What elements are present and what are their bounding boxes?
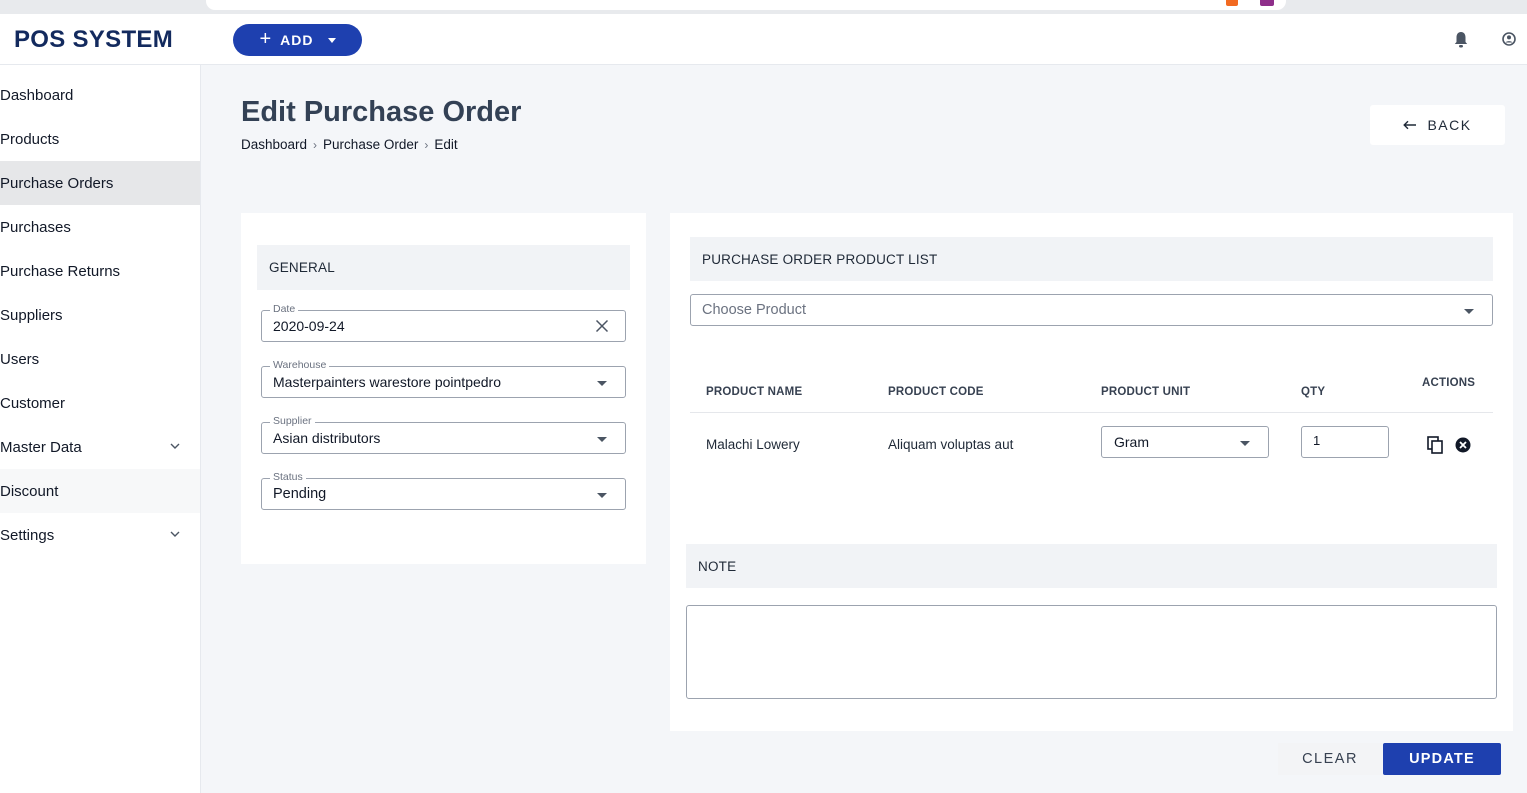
row-product-name: Malachi Lowery xyxy=(706,437,800,452)
sidebar-item-label: Suppliers xyxy=(0,306,63,324)
sidebar-item-label: Products xyxy=(0,130,60,148)
chevron-right-icon: › xyxy=(313,137,318,152)
caret-down-icon xyxy=(597,437,607,442)
plus-icon: + xyxy=(259,28,273,50)
column-header-actions: ACTIONS xyxy=(1422,377,1476,389)
brand-logo[interactable]: POS SYSTEM xyxy=(14,26,173,54)
caret-down-icon xyxy=(1240,441,1250,446)
arrow-left-icon xyxy=(1403,120,1417,130)
product-unit-select[interactable]: Gram xyxy=(1101,426,1269,458)
general-card: GENERAL Date 2020-09-24 Warehouse Master… xyxy=(241,213,646,564)
update-button[interactable]: UPDATE xyxy=(1383,743,1501,775)
table-divider xyxy=(690,412,1493,413)
back-button-label: BACK xyxy=(1427,117,1472,133)
add-button[interactable]: + ADD xyxy=(233,24,362,56)
date-value: 2020-09-24 xyxy=(273,318,345,334)
sidebar-item-master-data[interactable]: Master Data xyxy=(0,425,200,469)
breadcrumb-edit: Edit xyxy=(434,137,458,152)
caret-down-icon xyxy=(327,37,336,43)
breadcrumb-dashboard[interactable]: Dashboard xyxy=(241,137,307,152)
clear-icon[interactable] xyxy=(595,319,609,333)
brave-extension-icon[interactable] xyxy=(1226,0,1238,6)
sidebar: Dashboard Products Purchase Orders Purch… xyxy=(0,65,201,793)
date-label: Date xyxy=(270,303,299,315)
sidebar-item-label: Purchases xyxy=(0,218,71,236)
sidebar-item-label: Discount xyxy=(0,482,59,500)
sidebar-item-label: Dashboard xyxy=(0,86,74,104)
column-header-product-code: PRODUCT CODE xyxy=(888,386,984,398)
browser-url-bar[interactable] xyxy=(206,0,1286,10)
breadcrumb: Dashboard › Purchase Order › Edit xyxy=(241,137,458,152)
sidebar-item-label: Customer xyxy=(0,394,66,412)
clear-button[interactable]: CLEAR xyxy=(1278,743,1382,775)
sidebar-item-purchase-returns[interactable]: Purchase Returns xyxy=(0,249,200,293)
sidebar-item-label: Settings xyxy=(0,526,55,544)
caret-down-icon xyxy=(597,381,607,386)
status-label: Status xyxy=(270,471,306,483)
account-icon[interactable] xyxy=(1502,32,1516,46)
warehouse-select[interactable]: Warehouse Masterpainters warestore point… xyxy=(261,359,626,398)
choose-product-select[interactable]: Choose Product xyxy=(690,294,1493,326)
product-list-card: PURCHASE ORDER PRODUCT LIST Choose Produ… xyxy=(670,213,1513,731)
sidebar-item-settings[interactable]: Settings xyxy=(0,513,200,557)
sidebar-item-label: Purchase Returns xyxy=(0,262,121,280)
row-product-code: Aliquam voluptas aut xyxy=(888,437,1014,452)
date-field[interactable]: Date 2020-09-24 xyxy=(261,303,626,342)
chevron-down-icon xyxy=(170,531,180,537)
sidebar-item-customer[interactable]: Customer xyxy=(0,381,200,425)
product-list-heading: PURCHASE ORDER PRODUCT LIST xyxy=(690,237,1493,281)
caret-down-icon xyxy=(1464,309,1474,314)
back-button[interactable]: BACK xyxy=(1370,105,1505,145)
page-title: Edit Purchase Order xyxy=(241,96,522,128)
warehouse-value: Masterpainters warestore pointpedro xyxy=(273,374,502,390)
sidebar-item-users[interactable]: Users xyxy=(0,337,200,381)
copy-icon[interactable] xyxy=(1427,436,1443,454)
add-button-label: ADD xyxy=(280,32,314,48)
sidebar-item-label: Master Data xyxy=(0,438,82,456)
sidebar-item-label: Users xyxy=(0,350,40,368)
remove-row-icon[interactable] xyxy=(1455,437,1471,453)
qty-input[interactable]: 1 xyxy=(1301,426,1389,458)
status-select[interactable]: Status Pending xyxy=(261,471,626,510)
chevron-down-icon xyxy=(170,443,180,449)
top-bar: POS SYSTEM + ADD xyxy=(0,14,1527,65)
note-textarea[interactable] xyxy=(686,605,1497,699)
note-heading: NOTE xyxy=(686,544,1497,588)
caret-down-icon xyxy=(597,493,607,498)
chevron-right-icon: › xyxy=(424,137,429,152)
sidebar-item-purchases[interactable]: Purchases xyxy=(0,205,200,249)
extension-icon[interactable] xyxy=(1260,0,1274,6)
general-heading: GENERAL xyxy=(257,245,630,290)
sidebar-item-suppliers[interactable]: Suppliers xyxy=(0,293,200,337)
warehouse-label: Warehouse xyxy=(270,359,330,371)
column-header-product-unit: PRODUCT UNIT xyxy=(1101,386,1191,398)
breadcrumb-purchase-order[interactable]: Purchase Order xyxy=(323,137,418,152)
product-unit-value: Gram xyxy=(1114,434,1149,450)
column-header-product-name: PRODUCT NAME xyxy=(706,386,803,398)
sidebar-item-label: Purchase Orders xyxy=(0,174,114,192)
notification-bell-icon[interactable] xyxy=(1453,31,1469,49)
sidebar-item-purchase-orders[interactable]: Purchase Orders xyxy=(0,161,200,205)
supplier-value: Asian distributors xyxy=(273,430,381,446)
column-header-qty: QTY xyxy=(1301,386,1326,398)
status-value: Pending xyxy=(273,486,327,502)
sidebar-item-dashboard[interactable]: Dashboard xyxy=(0,73,200,117)
browser-strip xyxy=(0,0,1527,14)
sidebar-item-discount[interactable]: Discount xyxy=(0,469,200,513)
sidebar-item-products[interactable]: Products xyxy=(0,117,200,161)
choose-product-placeholder: Choose Product xyxy=(702,302,806,318)
supplier-label: Supplier xyxy=(270,415,315,427)
supplier-select[interactable]: Supplier Asian distributors xyxy=(261,415,626,454)
